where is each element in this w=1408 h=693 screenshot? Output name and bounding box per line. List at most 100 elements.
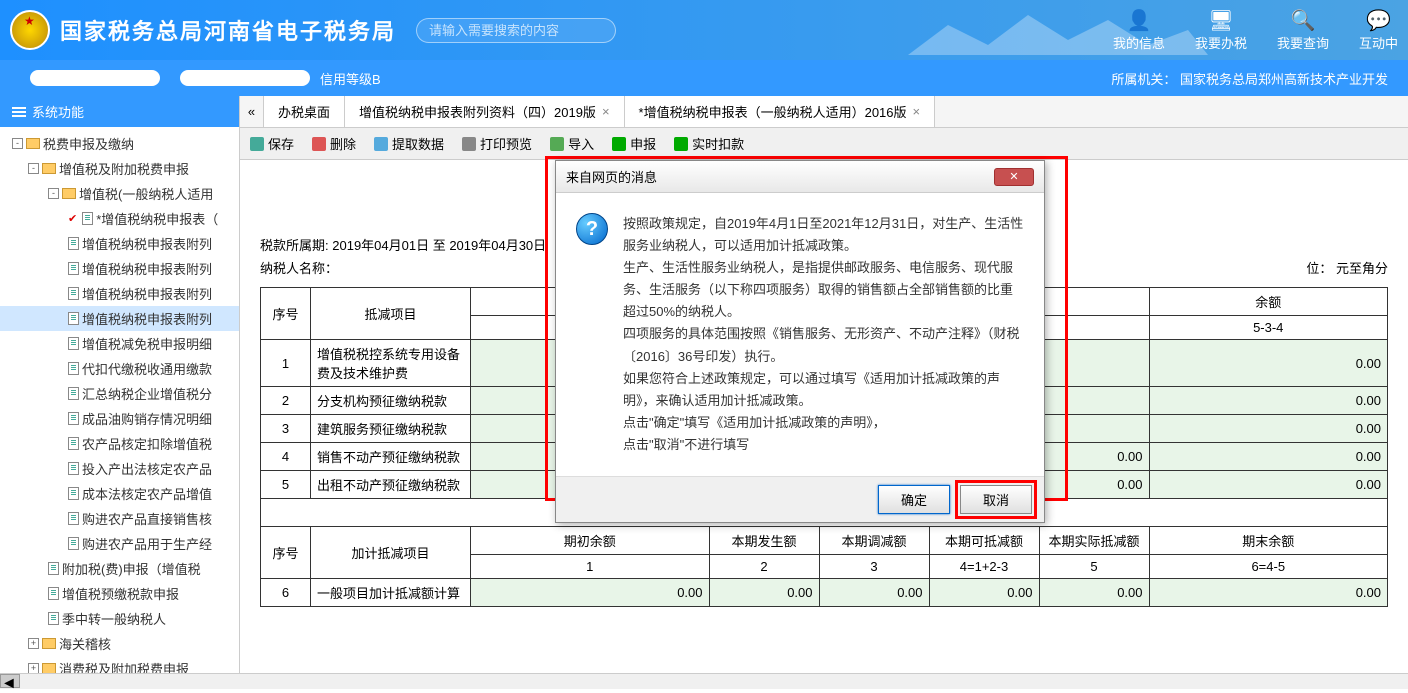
bottom-scrollbar[interactable]: ◄ bbox=[0, 673, 1408, 689]
cell-input[interactable]: 0.00 bbox=[1039, 471, 1149, 499]
tab-form-main[interactable]: *增值税纳税申报表（一般纳税人适用）2016版× bbox=[625, 96, 936, 127]
tree-item[interactable]: 增值税预缴税款申报 bbox=[0, 581, 239, 606]
delete-icon bbox=[312, 137, 326, 151]
cancel-button[interactable]: 取消 bbox=[960, 485, 1032, 514]
file-icon bbox=[48, 587, 59, 600]
cell-input[interactable]: 0.00 bbox=[929, 579, 1039, 607]
cell-input[interactable]: 0.00 bbox=[1149, 340, 1388, 387]
tree-item[interactable]: 增值税纳税申报表附列 bbox=[0, 231, 239, 256]
main-header: 国家税务总局河南省电子税务局 👤我的信息 🖥我要办税 🔍我要查询 💬互动中 bbox=[0, 0, 1408, 60]
tree-item[interactable]: 代扣代缴税收通用缴款 bbox=[0, 356, 239, 381]
tree-item[interactable]: +海关稽核 bbox=[0, 631, 239, 656]
tree-item[interactable]: 购进农产品用于生产经 bbox=[0, 531, 239, 556]
search-input[interactable] bbox=[416, 18, 616, 43]
pay-button[interactable]: 实时扣款 bbox=[674, 134, 744, 153]
tree-item[interactable]: 成品油购销存情况明细 bbox=[0, 406, 239, 431]
file-icon bbox=[68, 462, 79, 475]
tree-item[interactable]: -税费申报及缴纳 bbox=[0, 131, 239, 156]
tree-item[interactable]: - 增值税及附加税费申报 bbox=[0, 156, 239, 181]
import-button[interactable]: 导入 bbox=[550, 134, 594, 153]
taxpayer-name-label: 纳税人名称： bbox=[260, 258, 338, 277]
tree-item-label: 代扣代缴税收通用缴款 bbox=[82, 359, 212, 378]
cell-input[interactable] bbox=[1039, 340, 1149, 387]
interact-button[interactable]: 💬互动中 bbox=[1359, 8, 1398, 52]
tree-item[interactable]: 季中转一般纳税人 bbox=[0, 606, 239, 631]
cell-input[interactable] bbox=[1039, 415, 1149, 443]
file-icon bbox=[68, 287, 79, 300]
tree-item-label: 购进农产品用于生产经 bbox=[82, 534, 212, 553]
tree-item[interactable]: 增值税纳税申报表附列 bbox=[0, 281, 239, 306]
query-button[interactable]: 🔍我要查询 bbox=[1277, 8, 1329, 52]
save-button[interactable]: 保存 bbox=[250, 134, 294, 153]
cell-input[interactable] bbox=[1039, 387, 1149, 415]
close-icon[interactable]: × bbox=[913, 104, 921, 119]
tree-item[interactable]: 汇总纳税企业增值税分 bbox=[0, 381, 239, 406]
tree-item-label: 增值税纳税申报表附列 bbox=[82, 234, 212, 253]
do-tax-button[interactable]: 🖥我要办税 bbox=[1195, 8, 1247, 52]
cell-input[interactable]: 0.00 bbox=[819, 579, 929, 607]
cell-input[interactable]: 0.00 bbox=[1149, 471, 1388, 499]
ok-button[interactable]: 确定 bbox=[878, 485, 950, 514]
cell-input[interactable]: 0.00 bbox=[1149, 387, 1388, 415]
sidebar-title: 系统功能 bbox=[0, 96, 239, 127]
logo-badge bbox=[10, 10, 50, 50]
file-icon bbox=[68, 237, 79, 250]
tree-item-label: 增值税及附加税费申报 bbox=[59, 159, 189, 178]
tab-desktop[interactable]: 办税桌面 bbox=[264, 96, 345, 127]
tree-item[interactable]: 成本法核定农产品增值 bbox=[0, 481, 239, 506]
toggle-icon[interactable]: + bbox=[28, 638, 39, 649]
my-info-button[interactable]: 👤我的信息 bbox=[1113, 8, 1165, 52]
tree-item[interactable]: 附加税(费)申报（增值税 bbox=[0, 556, 239, 581]
file-icon bbox=[68, 312, 79, 325]
tree-item[interactable]: *增值税纳税申报表（ bbox=[0, 206, 239, 231]
tree-item[interactable]: 购进农产品直接销售核 bbox=[0, 506, 239, 531]
cell-input[interactable]: 0.00 bbox=[1149, 415, 1388, 443]
cell-input[interactable]: 0.00 bbox=[1149, 579, 1388, 607]
delete-button[interactable]: 删除 bbox=[312, 134, 356, 153]
toggle-icon[interactable]: - bbox=[48, 188, 59, 199]
dialog-title-text: 来自网页的消息 bbox=[566, 167, 657, 186]
tree-item[interactable]: 增值税纳税申报表附列 bbox=[0, 256, 239, 281]
search-icon: 🔍 bbox=[1277, 8, 1329, 33]
file-icon bbox=[68, 362, 79, 375]
import-icon bbox=[550, 137, 564, 151]
toggle-icon[interactable]: - bbox=[12, 138, 23, 149]
file-icon bbox=[68, 487, 79, 500]
data-icon bbox=[374, 137, 388, 151]
file-icon bbox=[48, 612, 59, 625]
period-value: 2019年04月01日 至 2019年04月30日 bbox=[332, 238, 546, 253]
tree-item[interactable]: -增值税(一般纳税人适用 bbox=[0, 181, 239, 206]
credit-level: 信用等级B bbox=[320, 69, 381, 88]
collapse-sidebar-button[interactable]: « bbox=[240, 96, 264, 127]
tree-item-label: 成品油购销存情况明细 bbox=[82, 409, 212, 428]
file-icon bbox=[68, 262, 79, 275]
fetch-data-button[interactable]: 提取数据 bbox=[374, 134, 444, 153]
org-value: 国家税务总局郑州高新技术产业开发 bbox=[1180, 72, 1388, 87]
cell-input[interactable]: 0.00 bbox=[471, 579, 710, 607]
tree-item[interactable]: 农产品核定扣除增值税 bbox=[0, 431, 239, 456]
site-title: 国家税务总局河南省电子税务局 bbox=[60, 14, 396, 46]
toggle-icon[interactable]: - bbox=[28, 163, 39, 174]
tree-item-label: 增值税预缴税款申报 bbox=[62, 584, 179, 603]
tree-item[interactable]: 投入产出法核定农产品 bbox=[0, 456, 239, 481]
tree-item-label: 购进农产品直接销售核 bbox=[82, 509, 212, 528]
close-icon[interactable]: × bbox=[602, 104, 610, 119]
tree-item[interactable]: 增值税减免税申报明细 bbox=[0, 331, 239, 356]
file-icon bbox=[82, 212, 93, 225]
tab-form-attach4[interactable]: 增值税纳税申报表附列资料（四）2019版× bbox=[345, 96, 625, 127]
submit-button[interactable]: 申报 bbox=[612, 134, 656, 153]
dialog-close-button[interactable]: ✕ bbox=[994, 168, 1034, 186]
cell-input[interactable]: 0.00 bbox=[1039, 579, 1149, 607]
org-label: 所属机关： bbox=[1111, 72, 1176, 87]
cell-input[interactable]: 0.00 bbox=[1039, 443, 1149, 471]
tree-item-label: 增值税纳税申报表附列 bbox=[82, 309, 212, 328]
file-icon bbox=[48, 562, 59, 575]
print-preview-button[interactable]: 打印预览 bbox=[462, 134, 532, 153]
confirm-dialog: 来自网页的消息 ✕ ? 按照政策规定，自2019年4月1日至2021年12月31… bbox=[555, 160, 1045, 523]
scroll-left-button[interactable]: ◄ bbox=[0, 674, 20, 688]
cell-input[interactable]: 0.00 bbox=[1149, 443, 1388, 471]
cell-input[interactable]: 0.00 bbox=[709, 579, 819, 607]
table-row: 6一般项目加计抵减额计算0.000.000.000.000.000.00 bbox=[261, 579, 1388, 607]
save-icon bbox=[250, 137, 264, 151]
tree-item[interactable]: 增值税纳税申报表附列 bbox=[0, 306, 239, 331]
